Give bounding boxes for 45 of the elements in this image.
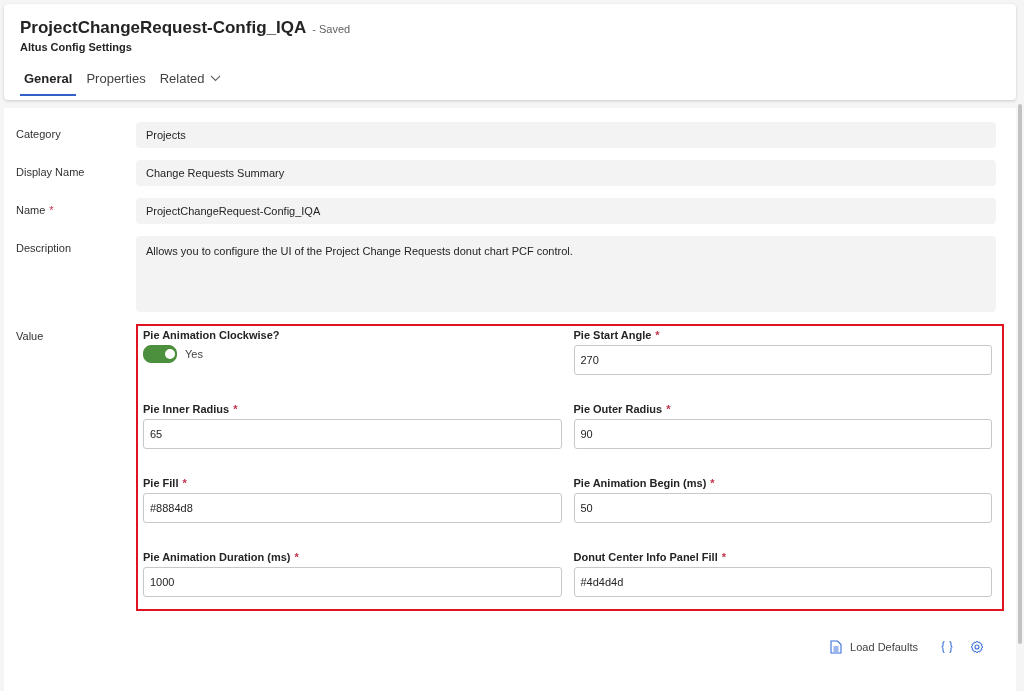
required-mark: * <box>294 551 299 563</box>
input-field[interactable]: Allows you to configure the UI of the Project Change Requests donut chart PCF control. <box>136 236 996 312</box>
toggle-label: Yes <box>185 348 203 360</box>
record-title: ProjectChangeRequest-Config_IQA <box>20 18 307 38</box>
setting-label: Pie Animation Duration (ms) <box>143 551 291 563</box>
scrollbar[interactable] <box>1018 104 1022 644</box>
required-mark: * <box>49 204 54 216</box>
document-icon <box>830 640 843 654</box>
input-field[interactable]: ProjectChangeRequest-Config_IQA <box>136 198 996 224</box>
tab[interactable]: Properties <box>82 65 150 96</box>
setting-label: Pie Animation Begin (ms) <box>573 477 707 489</box>
required-mark: * <box>666 403 671 415</box>
input-field[interactable]: #8884d8 <box>143 493 562 523</box>
required-mark: * <box>710 477 715 489</box>
save-status: - Saved <box>312 23 351 35</box>
setting-label: Pie Outer Radius <box>573 403 663 415</box>
input-field[interactable]: 1000 <box>143 567 562 597</box>
required-mark: * <box>655 329 660 341</box>
input-field[interactable]: 50 <box>573 493 992 523</box>
setting-label: Pie Start Angle <box>573 329 652 341</box>
field-label: Description <box>16 242 72 254</box>
input-field[interactable]: 90 <box>573 419 992 449</box>
field-label: Category <box>16 128 61 140</box>
field-label: Name <box>16 204 46 216</box>
required-mark: * <box>182 477 187 489</box>
input-field[interactable]: 270 <box>573 345 992 375</box>
input-field[interactable]: 65 <box>143 419 562 449</box>
setting-label: Pie Animation Clockwise? <box>143 329 280 341</box>
tab[interactable]: Related <box>155 65 226 96</box>
input-field[interactable]: Projects <box>136 122 996 148</box>
field-label: Display Name <box>16 166 85 178</box>
input-field[interactable]: Change Requests Summary <box>136 160 996 186</box>
entity-name: Altus Config Settings <box>20 41 133 53</box>
setting-label: Pie Inner Radius <box>143 403 230 415</box>
tab[interactable]: General <box>20 65 77 96</box>
input-field[interactable]: #4d4d4d <box>573 567 992 597</box>
toggle-switch[interactable] <box>143 345 177 363</box>
required-mark: * <box>233 403 238 415</box>
braces-icon[interactable] <box>940 640 954 654</box>
required-mark: * <box>721 551 726 563</box>
load-defaults-button[interactable]: Load Defaults <box>824 639 924 655</box>
setting-label: Pie Fill <box>143 477 179 489</box>
setting-label: Donut Center Info Panel Fill <box>573 551 718 563</box>
settings-icon[interactable] <box>970 640 984 654</box>
field-label: Value <box>16 330 44 342</box>
